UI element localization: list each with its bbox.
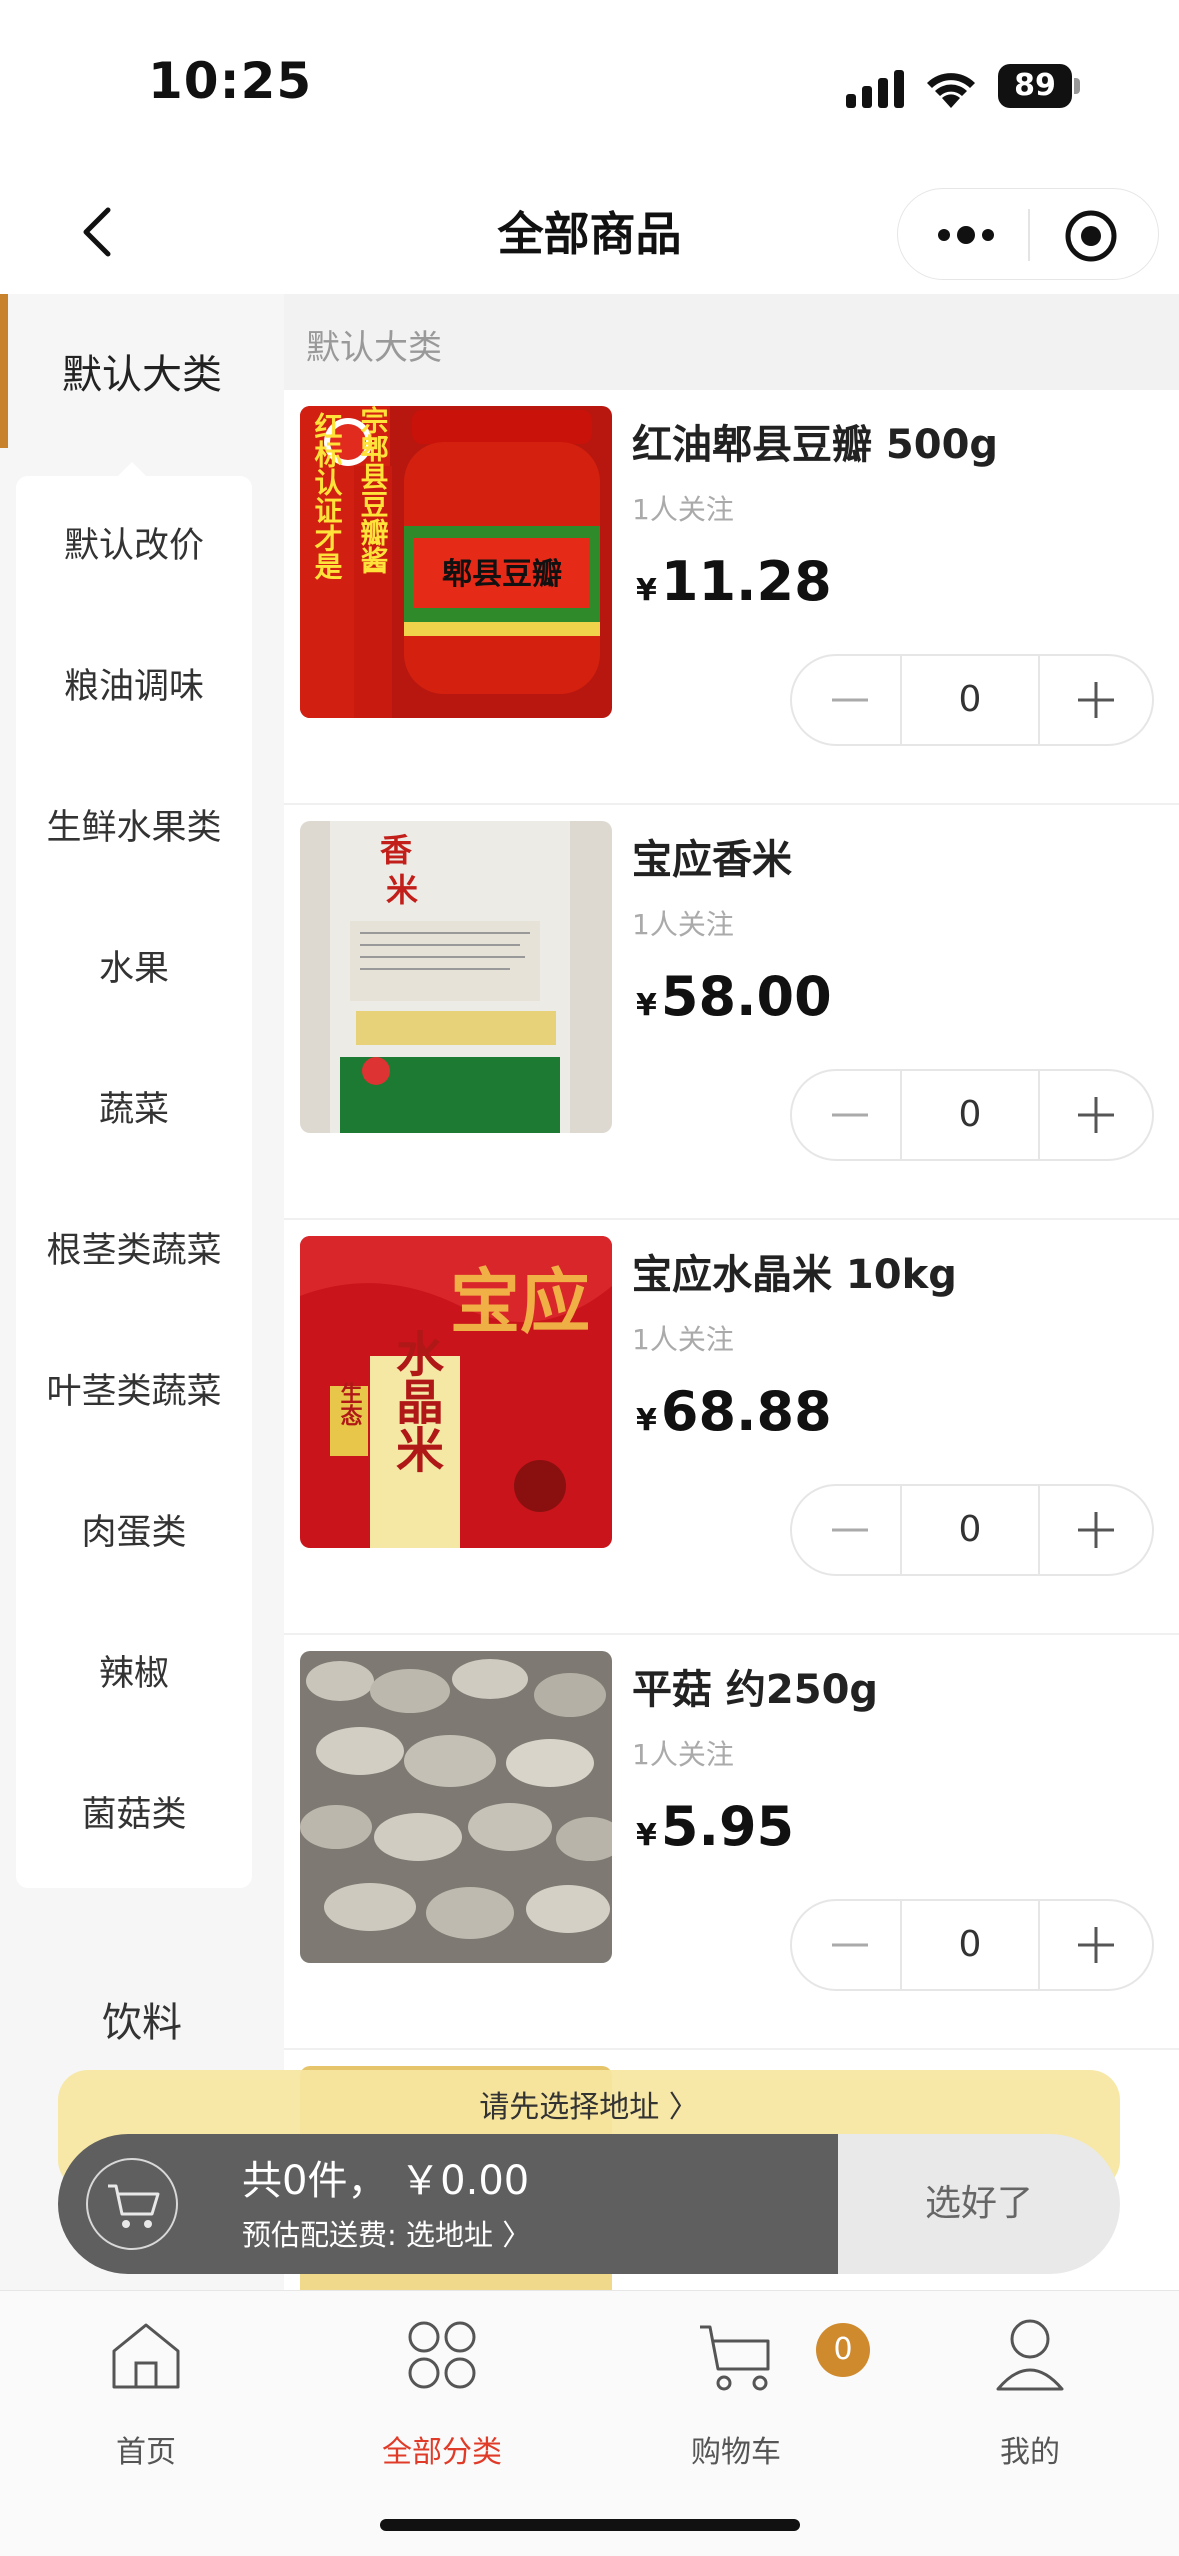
battery-icon: 89 bbox=[998, 64, 1080, 108]
product-price: ¥5.95 bbox=[636, 1795, 795, 1858]
product-card[interactable]: 宝应 水晶米 生态 宝应水晶米 10kg 1人关注 ¥68.88 0 bbox=[284, 1220, 1179, 1635]
product-name: 宝应水晶米 10kg bbox=[632, 1252, 957, 1298]
subcategory-item[interactable]: 蔬菜 bbox=[16, 1040, 252, 1181]
tab-bar: 首页 全部分类 购物车 0 我的 bbox=[0, 2290, 1179, 2556]
categories-icon bbox=[408, 2321, 476, 2389]
product-list: 默认大类 红标认证才是 正宗郫县豆瓣酱 郫县豆瓣 红油郫县豆瓣 500g 1人关… bbox=[284, 294, 1179, 2290]
plus-icon[interactable] bbox=[1040, 656, 1152, 744]
category-sidebar: 默认大类 默认改价 粮油调味 生鲜水果类 水果 蔬菜 根茎类蔬菜 叶茎类蔬菜 肉… bbox=[0, 294, 284, 2290]
cellular-signal-icon bbox=[846, 70, 904, 108]
product-followers: 1人关注 bbox=[632, 1323, 734, 1356]
image-caption: 水晶米 bbox=[387, 1329, 444, 1473]
sidebar-item-drinks[interactable]: 饮料 bbox=[0, 1990, 284, 2048]
tab-profile[interactable]: 我的 bbox=[930, 2317, 1130, 2477]
quantity-value[interactable]: 0 bbox=[900, 1071, 1040, 1159]
cart-bar: 共0件， ￥0.00 预估配送费: 选地址 〉 选好了 bbox=[58, 2134, 1120, 2274]
sidebar-item-active[interactable]: 默认大类 bbox=[0, 294, 284, 448]
wifi-icon bbox=[927, 73, 975, 108]
cart-count-badge: 0 bbox=[816, 2323, 870, 2377]
quantity-stepper: 0 bbox=[790, 1484, 1154, 1576]
product-name: 平菇 约250g bbox=[632, 1667, 879, 1713]
tab-label: 首页 bbox=[116, 2435, 176, 2470]
close-miniprogram-icon[interactable] bbox=[1064, 209, 1118, 263]
cart-summary-area[interactable]: 共0件， ￥0.00 预估配送费: 选地址 〉 bbox=[58, 2134, 838, 2274]
tab-label: 我的 bbox=[1000, 2435, 1060, 2470]
product-followers: 1人关注 bbox=[632, 493, 734, 526]
cart-total: 共0件， ￥0.00 bbox=[242, 2158, 530, 2204]
product-card[interactable]: 平菇 约250g 1人关注 ¥5.95 0 bbox=[284, 1635, 1179, 2050]
plus-icon[interactable] bbox=[1040, 1901, 1152, 1989]
subcategory-item[interactable]: 辣椒 bbox=[16, 1604, 252, 1745]
product-name: 红油郫县豆瓣 500g bbox=[632, 422, 999, 468]
product-card[interactable]: 香 米 宝应香米 1人关注 ¥58.00 0 bbox=[284, 805, 1179, 1220]
product-followers: 1人关注 bbox=[632, 1738, 734, 1771]
svg-text:香: 香 bbox=[380, 831, 412, 869]
svg-text:米: 米 bbox=[386, 871, 418, 909]
product-image-doubanjiang[interactable]: 红标认证才是 正宗郫县豆瓣酱 郫县豆瓣 bbox=[300, 406, 612, 718]
nav-bar: 全部商品 bbox=[0, 170, 1179, 294]
delivery-fee[interactable]: 预估配送费: 选地址 〉 bbox=[242, 2212, 531, 2254]
home-icon bbox=[112, 2323, 180, 2389]
category-header: 默认大类 bbox=[284, 294, 1179, 390]
status-bar: 10:25 89 bbox=[0, 0, 1179, 170]
plus-icon[interactable] bbox=[1040, 1486, 1152, 1574]
subcategory-item[interactable]: 默认改价 bbox=[16, 476, 252, 617]
quantity-stepper: 0 bbox=[790, 1069, 1154, 1161]
tab-categories[interactable]: 全部分类 bbox=[342, 2317, 542, 2477]
product-name: 宝应香米 bbox=[632, 837, 792, 883]
product-price: ¥58.00 bbox=[636, 965, 832, 1028]
miniprogram-capsule bbox=[897, 188, 1159, 280]
subcategory-item[interactable]: 水果 bbox=[16, 899, 252, 1040]
more-options-icon[interactable] bbox=[936, 219, 996, 251]
image-caption: 生态 bbox=[337, 1382, 363, 1426]
tab-label: 购物车 bbox=[691, 2435, 781, 2470]
checkout-button[interactable]: 选好了 bbox=[838, 2134, 1120, 2274]
status-time: 10:25 bbox=[148, 52, 313, 110]
shopping-cart-icon bbox=[108, 2184, 160, 2228]
user-icon bbox=[996, 2319, 1064, 2391]
subcategory-item[interactable]: 根茎类蔬菜 bbox=[16, 1181, 252, 1322]
home-indicator bbox=[380, 2519, 800, 2531]
product-followers: 1人关注 bbox=[632, 908, 734, 941]
battery-level: 89 bbox=[998, 64, 1072, 108]
plus-icon[interactable] bbox=[1040, 1071, 1152, 1159]
minus-icon[interactable] bbox=[792, 1486, 900, 1574]
quantity-value[interactable]: 0 bbox=[900, 656, 1040, 744]
product-card[interactable]: 红标认证才是 正宗郫县豆瓣酱 郫县豆瓣 红油郫县豆瓣 500g 1人关注 ¥11… bbox=[284, 390, 1179, 805]
subcategory-item[interactable]: 肉蛋类 bbox=[16, 1463, 252, 1604]
image-caption: 宝应 bbox=[450, 1261, 590, 1343]
subcategory-item[interactable]: 菌菇类 bbox=[16, 1745, 252, 1886]
tab-cart[interactable]: 购物车 bbox=[636, 2317, 836, 2477]
image-caption: 正宗郫县豆瓣酱 bbox=[357, 406, 390, 574]
image-caption: 红标认证才是 bbox=[311, 411, 344, 581]
subcategory-item[interactable]: 生鲜水果类 bbox=[16, 758, 252, 899]
subcategory-item[interactable]: 粮油调味 bbox=[16, 617, 252, 758]
subcategory-list: 默认改价 粮油调味 生鲜水果类 水果 蔬菜 根茎类蔬菜 叶茎类蔬菜 肉蛋类 辣椒… bbox=[16, 476, 252, 1888]
cart-button[interactable] bbox=[86, 2158, 178, 2250]
quantity-value[interactable]: 0 bbox=[900, 1901, 1040, 1989]
quantity-stepper: 0 bbox=[790, 1899, 1154, 1991]
product-price: ¥11.28 bbox=[636, 550, 832, 613]
address-prompt-text: 请先选择地址 〉 bbox=[479, 2090, 699, 2125]
product-price: ¥68.88 bbox=[636, 1380, 832, 1443]
category-header-label: 默认大类 bbox=[306, 328, 442, 368]
cart-icon bbox=[700, 2325, 770, 2391]
minus-icon[interactable] bbox=[792, 656, 900, 744]
tab-home[interactable]: 首页 bbox=[46, 2317, 246, 2477]
product-image-xiangmi[interactable]: 香 米 bbox=[300, 821, 612, 1133]
product-image-shuijingmi[interactable]: 宝应 水晶米 生态 bbox=[300, 1236, 612, 1548]
quantity-value[interactable]: 0 bbox=[900, 1486, 1040, 1574]
minus-icon[interactable] bbox=[792, 1071, 900, 1159]
image-caption: 郫县豆瓣 bbox=[442, 557, 562, 592]
tab-label: 全部分类 bbox=[382, 2435, 502, 2470]
subcategory-item[interactable]: 叶茎类蔬菜 bbox=[16, 1322, 252, 1463]
quantity-stepper: 0 bbox=[790, 654, 1154, 746]
product-image-pinggu[interactable] bbox=[300, 1651, 612, 1963]
minus-icon[interactable] bbox=[792, 1901, 900, 1989]
sidebar-item-label: 默认大类 bbox=[62, 352, 222, 398]
